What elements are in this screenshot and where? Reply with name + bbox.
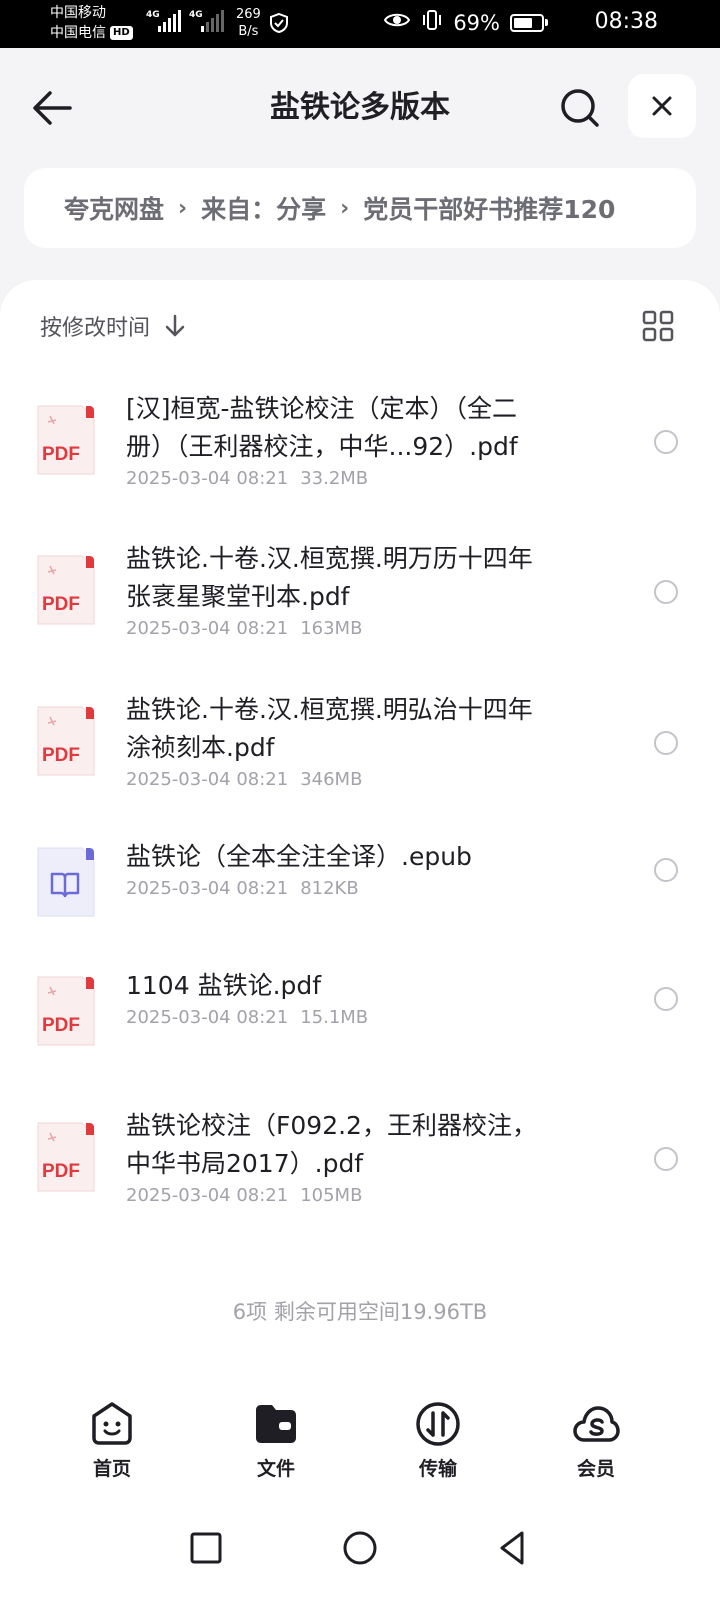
chevron-right-icon: › <box>340 195 350 221</box>
arrow-down-icon <box>165 314 185 337</box>
page-title: 盐铁论多版本 <box>270 90 450 125</box>
hd-badge: HD <box>110 26 133 40</box>
file-name: 1104 盐铁论.pdf <box>126 971 322 1000</box>
file-row[interactable]: PDF 1104 盐铁论.pdf 2025-03-04 08:21 15.1MB <box>0 971 720 1055</box>
file-date: 2025-03-04 08:21 <box>126 769 289 790</box>
signal-icons: 4G 4G <box>146 10 224 32</box>
nav-item-files[interactable]: 文件 <box>226 1400 326 1481</box>
pdf-file-icon: PDF <box>34 554 96 626</box>
pdf-badge-text: PDF <box>42 1015 80 1036</box>
bottom-nav: 首页 文件 传输 会员 <box>0 1400 720 1500</box>
header: 盐铁论多版本 <box>0 48 720 164</box>
file-meta: 2025-03-04 08:21 105MB <box>126 1185 362 1206</box>
file-meta: 2025-03-04 08:21 33.2MB <box>126 468 368 489</box>
file-row[interactable]: PDF 盐铁论.十卷.汉.桓宽撰.明弘治十四年 涂祯刻本.pdf 2025-03-04… <box>0 695 720 809</box>
file-meta: 2025-03-04 08:21 163MB <box>126 618 362 639</box>
search-icon[interactable] <box>558 86 602 130</box>
eye-icon <box>383 10 411 35</box>
file-name: 盐铁论.十卷.汉.桓宽撰.明万历十四年 张衺星聚堂刊本.pdf <box>126 544 533 611</box>
clock: 08:38 <box>594 9 658 34</box>
pdf-file-icon: PDF <box>34 1121 96 1193</box>
carrier-1: 中国移动 <box>50 5 106 21</box>
battery-percent: 69% <box>453 10 500 35</box>
file-row[interactable]: 盐铁论（全本全注全译）.epub 2025-03-04 08:21 812KB <box>0 842 720 926</box>
back-triangle-icon[interactable] <box>494 1528 534 1568</box>
signal-icon: 4G <box>146 10 181 32</box>
folder-icon <box>252 1400 300 1448</box>
file-size: 812KB <box>300 878 359 899</box>
select-radio[interactable] <box>654 430 678 454</box>
file-date: 2025-03-04 08:21 <box>126 878 289 899</box>
select-radio[interactable] <box>654 858 678 882</box>
pdf-badge-text: PDF <box>42 594 80 615</box>
file-date: 2025-03-04 08:21 <box>126 618 289 639</box>
network-speed: 269 B/s <box>236 7 261 39</box>
shield-icon <box>268 12 290 38</box>
select-radio[interactable] <box>654 731 678 755</box>
select-radio[interactable] <box>654 1147 678 1171</box>
nav-item-home[interactable]: 首页 <box>62 1400 162 1481</box>
file-size: 33.2MB <box>300 468 369 489</box>
file-size: 15.1MB <box>300 1007 369 1028</box>
breadcrumb: 夸克网盘 › 来自：分享 › 党员干部好书推荐120 <box>24 168 696 248</box>
sort-button[interactable]: 按修改时间 <box>40 310 186 342</box>
pdf-file-icon: PDF <box>34 404 96 476</box>
file-row[interactable]: PDF 盐铁论校注（F092.2，王利器校注， 中华书局2017）.pdf 2025-… <box>0 1111 720 1225</box>
file-size: 105MB <box>300 1185 363 1206</box>
file-meta: 2025-03-04 08:21 812KB <box>126 878 359 899</box>
file-row[interactable]: PDF 盐铁论.十卷.汉.桓宽撰.明万历十四年 张衺星聚堂刊本.pdf 2025-03… <box>0 544 720 658</box>
storage-summary: 6项 剩余可用空间19.96TB <box>232 1300 488 1324</box>
carrier-info: 中国移动 中国电信 HD <box>50 3 133 43</box>
recents-square-icon[interactable] <box>186 1528 226 1568</box>
pdf-file-icon: PDF <box>34 705 96 777</box>
home-circle-icon[interactable] <box>340 1528 380 1568</box>
home-smile-icon <box>88 1400 136 1448</box>
file-name: 盐铁论（全本全注全译）.epub <box>126 842 472 871</box>
file-name: 盐铁论.十卷.汉.桓宽撰.明弘治十四年 涂祯刻本.pdf <box>126 695 533 762</box>
breadcrumb-item-root[interactable]: 夸克网盘 <box>64 190 164 226</box>
file-meta: 2025-03-04 08:21 346MB <box>126 769 362 790</box>
battery-icon <box>510 13 548 32</box>
pdf-badge-text: PDF <box>42 745 80 766</box>
status-bar: 中国移动 中国电信 HD 4G 4G 269 B/s 69% 08:38 <box>0 0 720 48</box>
member-cloud-icon <box>572 1400 620 1448</box>
select-radio[interactable] <box>654 580 678 604</box>
close-icon <box>652 96 672 116</box>
file-meta: 2025-03-04 08:21 15.1MB <box>126 1007 368 1028</box>
transfer-icon <box>414 1400 462 1448</box>
grid-view-icon[interactable] <box>642 310 674 342</box>
file-date: 2025-03-04 08:21 <box>126 1007 289 1028</box>
signal-icon-2: 4G <box>189 10 224 32</box>
file-date: 2025-03-04 08:21 <box>126 1185 289 1206</box>
file-row[interactable]: PDF [汉]桓宽-盐铁论校注（定本）（全二 册）（王利器校注，中华...92）.p… <box>0 394 720 508</box>
system-nav-bar <box>0 1500 720 1600</box>
file-name: 盐铁论校注（F092.2，王利器校注， 中华书局2017）.pdf <box>126 1111 537 1178</box>
pdf-badge-text: PDF <box>42 444 80 465</box>
file-size: 346MB <box>300 769 363 790</box>
sort-label: 按修改时间 <box>40 316 151 341</box>
vibrate-icon <box>421 9 443 36</box>
file-date: 2025-03-04 08:21 <box>126 468 289 489</box>
nav-item-transfer[interactable]: 传输 <box>388 1400 488 1481</box>
nav-item-member[interactable]: 会员 <box>546 1400 646 1481</box>
pdf-file-icon: PDF <box>34 975 96 1047</box>
carrier-2: 中国电信 <box>50 25 106 41</box>
select-radio[interactable] <box>654 987 678 1011</box>
file-size: 163MB <box>300 618 363 639</box>
chevron-right-icon: › <box>178 195 188 221</box>
file-name: [汉]桓宽-盐铁论校注（定本）（全二 册）（王利器校注，中华...92）.pdf <box>126 394 518 461</box>
breadcrumb-item-folder[interactable]: 党员干部好书推荐120 <box>363 190 615 226</box>
epub-book-icon <box>34 846 96 918</box>
pdf-badge-text: PDF <box>42 1161 80 1182</box>
close-button[interactable] <box>628 74 696 138</box>
status-right: 69% <box>383 9 548 36</box>
breadcrumb-item-share[interactable]: 来自：分享 <box>201 190 326 226</box>
